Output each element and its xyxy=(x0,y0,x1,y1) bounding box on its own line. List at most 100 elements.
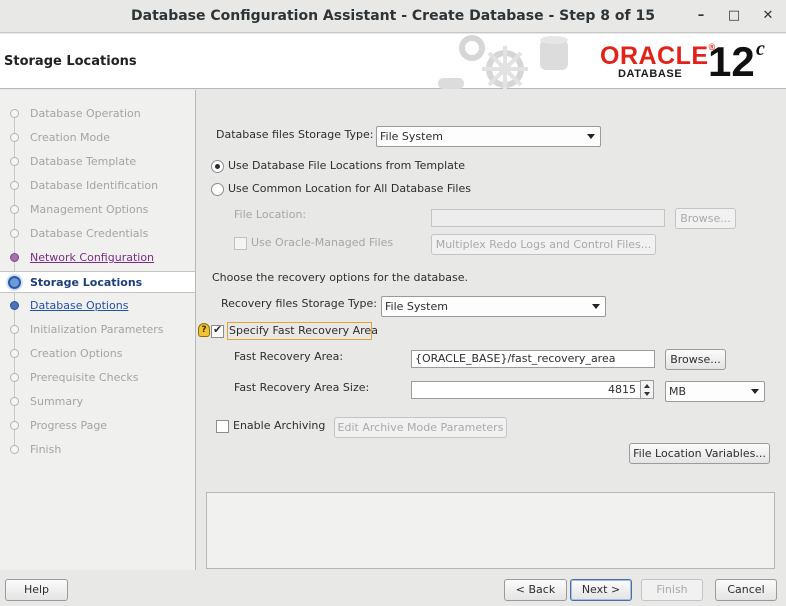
use-common-location-radio[interactable] xyxy=(211,183,224,196)
nav-item-creation-mode: Creation Mode xyxy=(0,127,195,149)
step-indicator-icon xyxy=(10,301,19,310)
db-files-storage-type-label: Database files Storage Type: xyxy=(216,128,374,141)
step-indicator-icon xyxy=(10,133,19,142)
nav-item-label: Database Template xyxy=(30,155,137,168)
step-indicator-icon xyxy=(10,397,19,406)
gears-decoration-icon xyxy=(438,35,568,89)
close-button[interactable]: ✕ xyxy=(759,7,777,25)
minimize-button[interactable]: – xyxy=(692,7,710,25)
nav-item-label: Creation Options xyxy=(30,347,123,360)
step-indicator-icon xyxy=(10,373,19,382)
file-location-label: File Location: xyxy=(234,208,307,221)
nav-item-storage-locations[interactable]: Storage Locations xyxy=(0,271,195,293)
enable-archiving-label[interactable]: Enable Archiving xyxy=(233,419,325,432)
enable-archiving-checkbox[interactable] xyxy=(216,420,229,433)
nav-item-database-template: Database Template xyxy=(0,151,195,173)
spin-up-icon[interactable] xyxy=(644,384,650,388)
step-indicator-icon xyxy=(10,349,19,358)
help-button[interactable]: Help xyxy=(5,579,68,601)
nav-item-prerequisite-checks: Prerequisite Checks xyxy=(0,367,195,389)
file-location-input[interactable] xyxy=(431,209,665,227)
nav-item-label[interactable]: Storage Locations xyxy=(30,276,142,289)
nav-item-creation-options: Creation Options xyxy=(0,343,195,365)
spin-down-icon[interactable] xyxy=(644,392,650,396)
step-indicator-icon xyxy=(10,205,19,214)
fast-recovery-size-value: 4815 xyxy=(608,383,636,396)
oracle-logo-text: ORACLE xyxy=(600,42,709,70)
nav-item-progress-page: Progress Page xyxy=(0,415,195,437)
chevron-down-icon xyxy=(587,134,595,139)
nav-item-label: Database Operation xyxy=(30,107,141,120)
use-common-location-label[interactable]: Use Common Location for All Database Fil… xyxy=(228,182,471,195)
specify-fast-recovery-label[interactable]: Specify Fast Recovery Area xyxy=(229,324,378,337)
cancel-button[interactable]: Cancel xyxy=(715,579,777,601)
fast-recovery-area-label: Fast Recovery Area: xyxy=(234,350,344,363)
step-indicator-icon xyxy=(10,421,19,430)
nav-item-initialization-parameters: Initialization Parameters xyxy=(0,319,195,341)
step-indicator-icon xyxy=(10,157,19,166)
nav-item-label: Prerequisite Checks xyxy=(30,371,139,384)
hint-lightbulb-icon: ? xyxy=(198,323,210,337)
recovery-storage-type-label: Recovery files Storage Type: xyxy=(221,297,377,310)
file-location-variables-button[interactable]: File Location Variables... xyxy=(629,443,770,464)
window-title: Database Configuration Assistant - Creat… xyxy=(131,8,655,24)
step-indicator-icon xyxy=(10,325,19,334)
db-files-storage-type-select[interactable]: File System xyxy=(376,126,601,147)
nav-item-label: Finish xyxy=(30,443,62,456)
fast-recovery-size-unit-select[interactable]: MB xyxy=(665,381,765,402)
multiplex-redo-button[interactable]: Multiplex Redo Logs and Control Files... xyxy=(431,234,656,255)
oracle-managed-files-label[interactable]: Use Oracle-Managed Files xyxy=(251,236,393,249)
oracle-version-suffix: c xyxy=(756,38,765,60)
nav-item-label[interactable]: Network Configuration xyxy=(30,251,154,264)
finish-button[interactable]: Finish xyxy=(641,579,703,601)
step-navigation: Database Operation Creation Mode Database … xyxy=(0,90,196,570)
radio-selected-dot xyxy=(215,164,220,169)
next-button[interactable]: Next > xyxy=(570,579,632,601)
chevron-down-icon xyxy=(592,304,600,309)
size-unit-value: MB xyxy=(669,385,687,398)
fast-recovery-size-label: Fast Recovery Area Size: xyxy=(234,381,370,394)
fast-recovery-size-spinner[interactable] xyxy=(640,380,654,399)
db-files-storage-type-value: File System xyxy=(380,130,443,143)
step-indicator-icon xyxy=(10,229,19,238)
back-button[interactable]: < Back xyxy=(504,579,567,601)
recovery-storage-type-select[interactable]: File System xyxy=(381,296,606,317)
recovery-options-intro: Choose the recovery options for the data… xyxy=(212,271,468,284)
step-indicator-icon xyxy=(10,253,19,262)
fast-recovery-size-input[interactable]: 4815 xyxy=(411,381,641,399)
chevron-down-icon xyxy=(751,389,759,394)
fast-recovery-area-input[interactable]: {ORACLE_BASE}/fast_recovery_area xyxy=(411,350,655,368)
nav-item-finish: Finish xyxy=(0,439,195,461)
oracle-product-label: DATABASE xyxy=(618,68,683,80)
oracle-logo: ORACLE® xyxy=(600,42,716,71)
maximize-button[interactable]: □ xyxy=(725,7,743,25)
page-title: Storage Locations xyxy=(4,54,137,69)
nav-item-management-options: Management Options xyxy=(0,199,195,221)
nav-item-database-identification: Database Identification xyxy=(0,175,195,197)
oracle-version: 12 xyxy=(708,38,755,85)
message-pane xyxy=(206,492,775,569)
step-indicator-icon xyxy=(10,445,19,454)
specify-fast-recovery-checkbox[interactable]: ✔ xyxy=(211,323,224,338)
nav-item-database-credentials: Database Credentials xyxy=(0,223,195,245)
step-indicator-icon xyxy=(8,276,21,289)
fast-recovery-browse-button[interactable]: Browse... xyxy=(665,349,726,370)
file-location-browse-button[interactable]: Browse... xyxy=(675,208,736,229)
nav-item-network-configuration[interactable]: Network Configuration xyxy=(0,247,195,269)
nav-item-label: Database Credentials xyxy=(30,227,149,240)
nav-item-label: Database Identification xyxy=(30,179,159,192)
nav-item-database-operation: Database Operation xyxy=(0,103,195,125)
oracle-managed-files-checkbox[interactable] xyxy=(234,237,247,250)
use-template-locations-label[interactable]: Use Database File Locations from Templat… xyxy=(228,159,465,172)
recovery-storage-type-value: File System xyxy=(385,300,448,313)
nav-item-label[interactable]: Database Options xyxy=(30,299,128,312)
edit-archive-mode-button[interactable]: Edit Archive Mode Parameters xyxy=(334,417,507,438)
page-header: Storage Locations ORACLE® DATABASE 12 c xyxy=(0,34,786,89)
nav-item-summary: Summary xyxy=(0,391,195,413)
nav-item-label: Creation Mode xyxy=(30,131,111,144)
use-template-locations-radio[interactable] xyxy=(211,160,224,173)
nav-item-label: Progress Page xyxy=(30,419,108,432)
step-indicator-icon xyxy=(10,109,19,118)
nav-item-label: Initialization Parameters xyxy=(30,323,164,336)
nav-item-database-options[interactable]: Database Options xyxy=(0,295,195,317)
